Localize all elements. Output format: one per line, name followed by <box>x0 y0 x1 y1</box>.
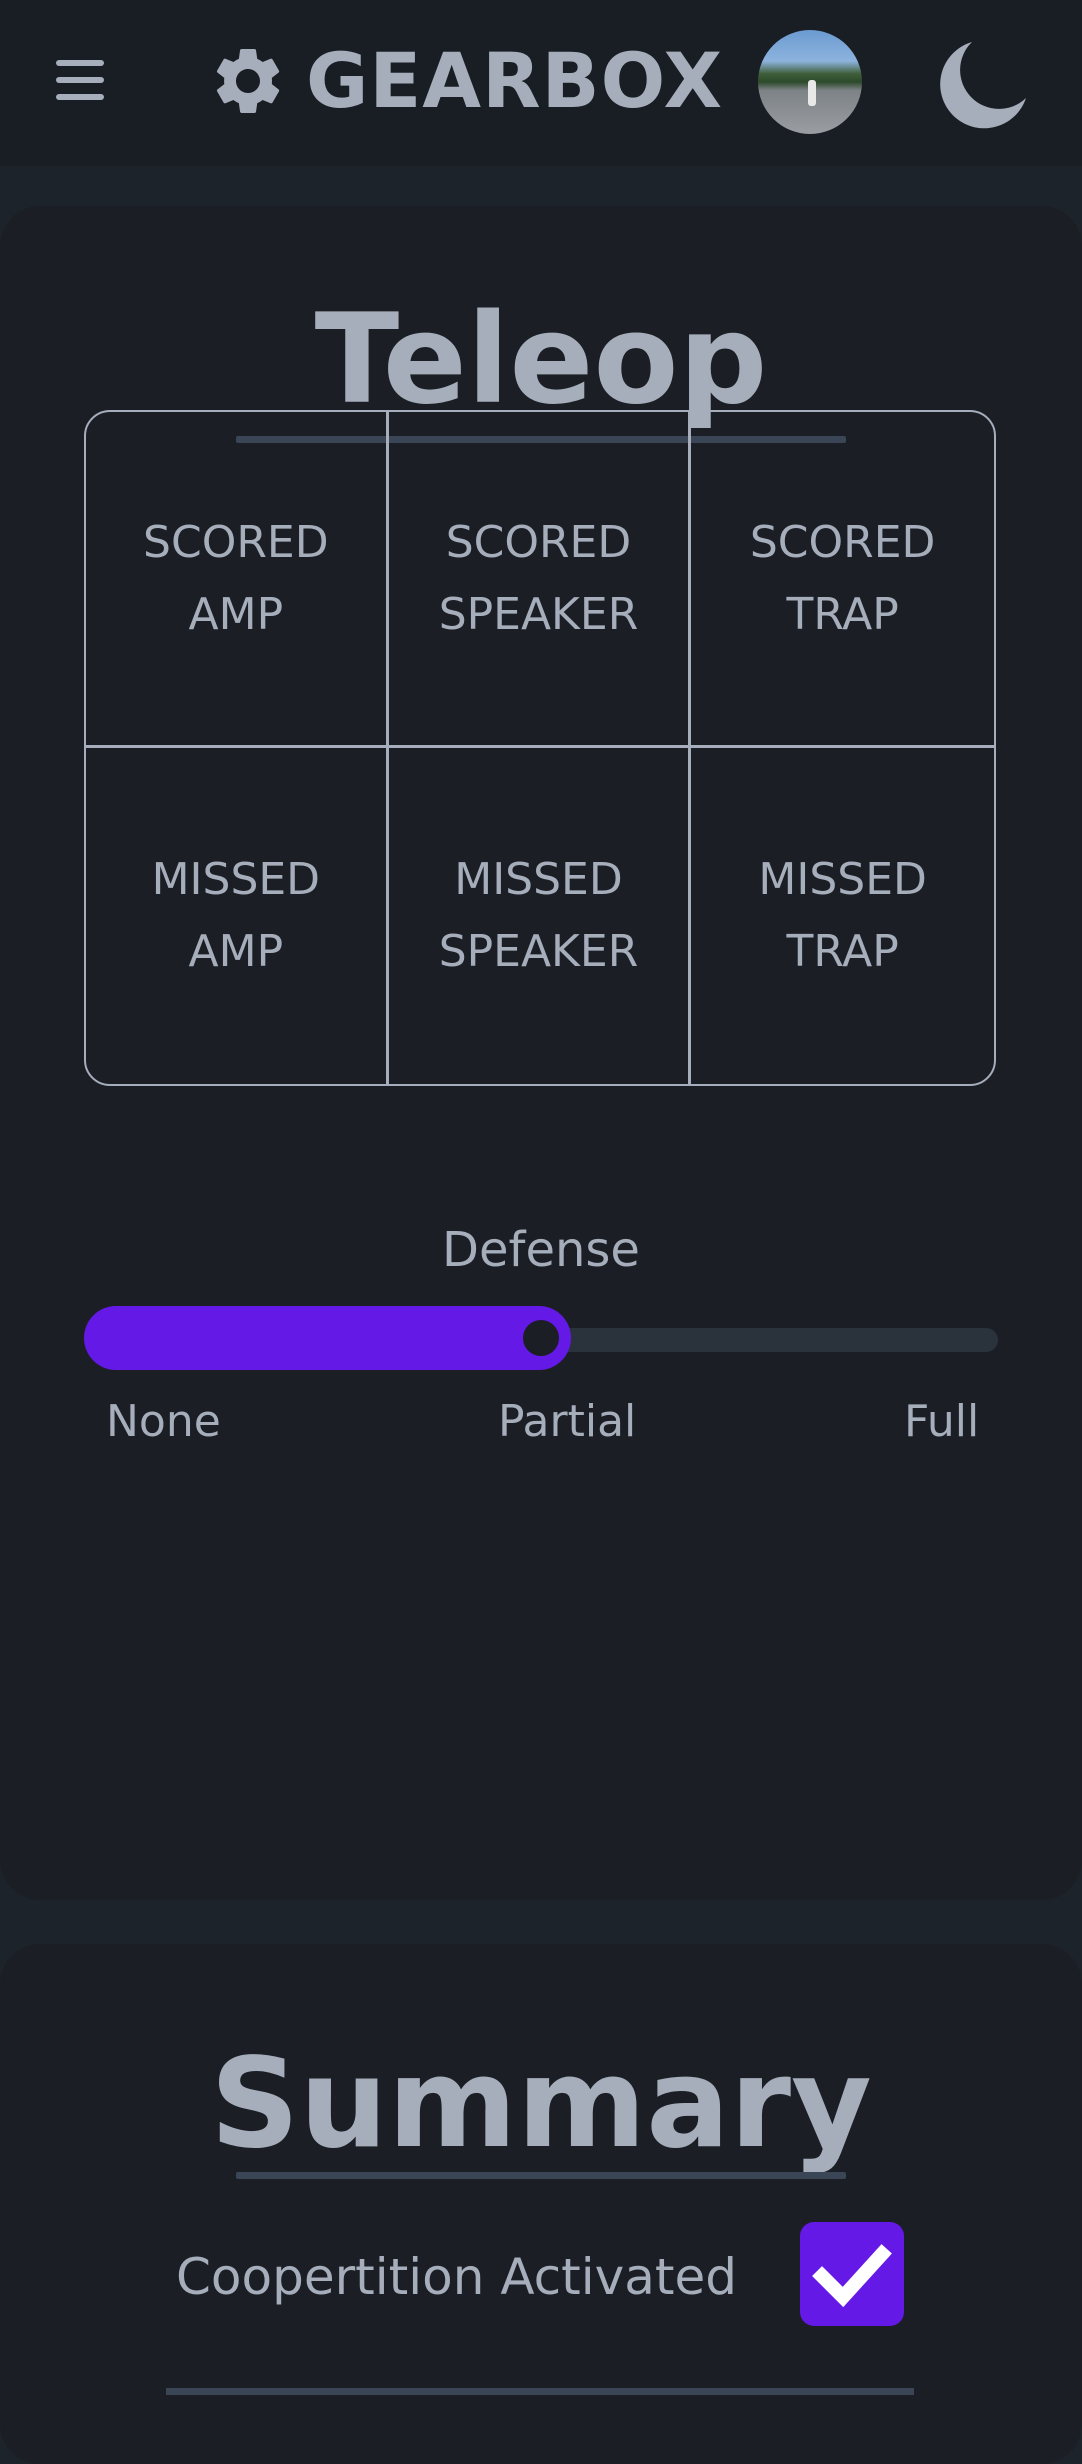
gear-icon <box>216 48 280 113</box>
missed-amp-button[interactable]: MISSED AMP <box>86 748 389 1084</box>
brand-name: GEARBOX <box>306 36 724 125</box>
defense-label: Defense <box>442 1222 640 1278</box>
defense-slider-fill <box>84 1306 571 1370</box>
scored-trap-button[interactable]: SCORED TRAP <box>691 412 994 748</box>
section-divider <box>166 2388 914 2395</box>
defense-option-full: Full <box>904 1396 980 1447</box>
checkmark-icon <box>812 2244 892 2308</box>
scored-amp-button[interactable]: SCORED AMP <box>86 412 389 748</box>
top-navbar: GEARBOX <box>0 0 1082 166</box>
defense-slider-thumb[interactable] <box>517 1314 565 1362</box>
brand-link[interactable]: GEARBOX <box>208 36 723 126</box>
missed-speaker-button[interactable]: MISSED SPEAKER <box>389 748 692 1084</box>
scoring-grid: SCORED AMP SCORED SPEAKER SCORED TRAP MI… <box>84 410 996 1086</box>
avatar[interactable] <box>758 30 862 134</box>
summary-card: Summary <box>0 1944 1082 2464</box>
missed-trap-button[interactable]: MISSED TRAP <box>691 748 994 1084</box>
section-title-teleop: Teleop <box>314 288 768 432</box>
section-title-summary: Summary <box>210 2032 872 2176</box>
defense-option-none: None <box>106 1396 221 1447</box>
coopertition-checkbox[interactable] <box>800 2222 904 2326</box>
scored-speaker-button[interactable]: SCORED SPEAKER <box>388 412 692 748</box>
coopertition-label: Coopertition Activated <box>176 2248 737 2306</box>
hamburger-menu-icon[interactable] <box>52 58 108 102</box>
avatar-figure <box>808 80 816 106</box>
title-underline <box>236 2172 846 2179</box>
defense-option-partial: Partial <box>498 1396 637 1447</box>
moon-icon[interactable] <box>928 36 1028 136</box>
